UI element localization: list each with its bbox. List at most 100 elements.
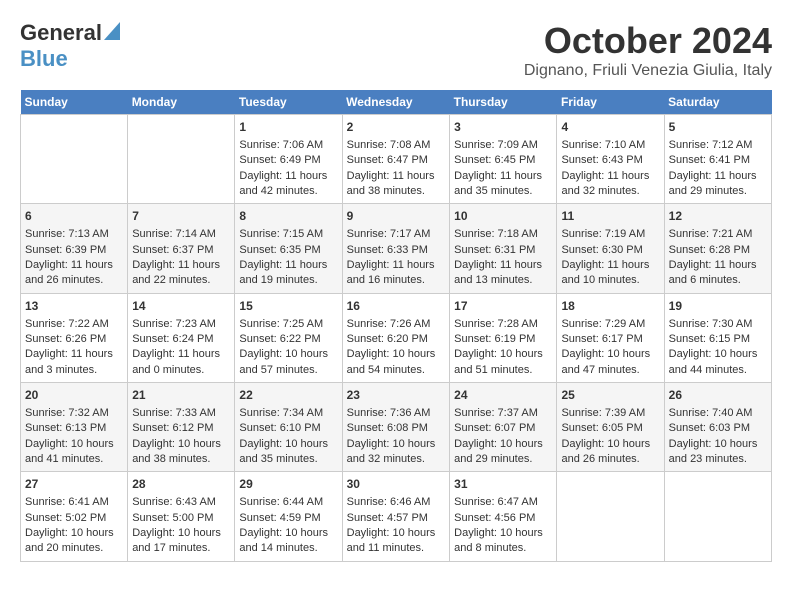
calendar-cell: 31 Sunrise: 6:47 AMSunset: 4:56 PMDayligh…: [450, 472, 557, 561]
calendar-cell: 23 Sunrise: 7:36 AMSunset: 6:08 PMDayligh…: [342, 383, 450, 472]
day-info: Sunset: 6:13 PM: [25, 421, 123, 436]
day-number: 23: [347, 387, 446, 404]
day-info: Sunset: 4:56 PM: [454, 511, 552, 526]
calendar-week-row: 13Sunrise: 7:22 AMSunset: 6:26 PMDayligh…: [21, 293, 772, 382]
day-info: Daylight: 11 hours and 13 minutes.: [454, 258, 552, 289]
day-number: 27: [25, 476, 123, 493]
day-info: Sunrise: 7:18 AM: [454, 227, 552, 242]
day-info: Sunrise: 6:43 AM: [132, 495, 230, 510]
day-number: 24: [454, 387, 552, 404]
day-number: 29: [239, 476, 337, 493]
day-info: Daylight: 10 hours and 41 minutes.: [25, 437, 123, 468]
day-number: 17: [454, 298, 552, 315]
day-info: Sunset: 6:47 PM: [347, 153, 446, 168]
calendar-cell: 8Sunrise: 7:15 AMSunset: 6:35 PMDaylight…: [235, 204, 342, 293]
day-number: 30: [347, 476, 446, 493]
day-info: Sunrise: 7:34 AM: [239, 406, 337, 421]
page-subtitle: Dignano, Friuli Venezia Giulia, Italy: [524, 62, 772, 80]
day-info: Sunset: 4:59 PM: [239, 511, 337, 526]
day-number: 31: [454, 476, 552, 493]
calendar-cell: 6Sunrise: 7:13 AMSunset: 6:39 PMDaylight…: [21, 204, 128, 293]
day-number: 28: [132, 476, 230, 493]
day-info: Sunrise: 7:40 AM: [669, 406, 767, 421]
day-info: Sunrise: 7:28 AM: [454, 317, 552, 332]
day-number: 8: [239, 208, 337, 225]
calendar-cell: 3Sunrise: 7:09 AMSunset: 6:45 PMDaylight…: [450, 115, 557, 204]
day-info: Daylight: 11 hours and 6 minutes.: [669, 258, 767, 289]
day-number: 5: [669, 119, 767, 136]
day-number: 4: [561, 119, 659, 136]
day-info: Sunset: 6:45 PM: [454, 153, 552, 168]
day-info: Sunset: 6:22 PM: [239, 332, 337, 347]
day-info: Sunset: 5:00 PM: [132, 511, 230, 526]
day-info: Daylight: 11 hours and 29 minutes.: [669, 169, 767, 200]
calendar-cell: [21, 115, 128, 204]
day-info: Sunset: 6:10 PM: [239, 421, 337, 436]
page-title: October 2024: [524, 20, 772, 62]
calendar-cell: 10Sunrise: 7:18 AMSunset: 6:31 PMDayligh…: [450, 204, 557, 293]
day-number: 10: [454, 208, 552, 225]
day-info: Sunrise: 7:29 AM: [561, 317, 659, 332]
logo-blue: Blue: [20, 46, 68, 71]
calendar-cell: 12Sunrise: 7:21 AMSunset: 6:28 PMDayligh…: [664, 204, 771, 293]
day-info: Daylight: 10 hours and 47 minutes.: [561, 347, 659, 378]
calendar-cell: 19Sunrise: 7:30 AMSunset: 6:15 PMDayligh…: [664, 293, 771, 382]
calendar-table: SundayMondayTuesdayWednesdayThursdayFrid…: [20, 90, 772, 562]
day-number: 22: [239, 387, 337, 404]
day-info: Sunrise: 6:47 AM: [454, 495, 552, 510]
calendar-cell: 20Sunrise: 7:32 AMSunset: 6:13 PMDayligh…: [21, 383, 128, 472]
day-info: Daylight: 11 hours and 0 minutes.: [132, 347, 230, 378]
calendar-cell: 22Sunrise: 7:34 AMSunset: 6:10 PMDayligh…: [235, 383, 342, 472]
page-header: General Blue October 2024 Dignano, Friul…: [20, 20, 772, 80]
calendar-cell: 17Sunrise: 7:28 AMSunset: 6:19 PMDayligh…: [450, 293, 557, 382]
day-number: 2: [347, 119, 446, 136]
calendar-cell: 5Sunrise: 7:12 AMSunset: 6:41 PMDaylight…: [664, 115, 771, 204]
calendar-cell: 15Sunrise: 7:25 AMSunset: 6:22 PMDayligh…: [235, 293, 342, 382]
day-info: Sunrise: 7:08 AM: [347, 138, 446, 153]
calendar-cell: 28 Sunrise: 6:43 AMSunset: 5:00 PMDayligh…: [128, 472, 235, 561]
day-info: Daylight: 11 hours and 26 minutes.: [25, 258, 123, 289]
day-info: Daylight: 10 hours and 26 minutes.: [561, 437, 659, 468]
day-info: Sunrise: 7:19 AM: [561, 227, 659, 242]
day-info: Daylight: 11 hours and 32 minutes.: [561, 169, 659, 200]
day-number: 21: [132, 387, 230, 404]
day-info: Sunrise: 7:13 AM: [25, 227, 123, 242]
day-info: Daylight: 10 hours and 17 minutes.: [132, 526, 230, 557]
day-info: Daylight: 10 hours and 14 minutes.: [239, 526, 337, 557]
day-info: Daylight: 10 hours and 51 minutes.: [454, 347, 552, 378]
day-info: Daylight: 10 hours and 32 minutes.: [347, 437, 446, 468]
calendar-cell: 13Sunrise: 7:22 AMSunset: 6:26 PMDayligh…: [21, 293, 128, 382]
day-info: Sunset: 6:37 PM: [132, 243, 230, 258]
day-info: Sunrise: 7:26 AM: [347, 317, 446, 332]
day-info: Sunset: 6:35 PM: [239, 243, 337, 258]
day-info: Sunrise: 7:17 AM: [347, 227, 446, 242]
calendar-day-header: Monday: [128, 90, 235, 115]
day-number: 13: [25, 298, 123, 315]
day-info: Sunrise: 7:23 AM: [132, 317, 230, 332]
day-number: 9: [347, 208, 446, 225]
day-info: Daylight: 10 hours and 57 minutes.: [239, 347, 337, 378]
day-info: Sunset: 6:30 PM: [561, 243, 659, 258]
day-info: Sunset: 6:39 PM: [25, 243, 123, 258]
day-info: Sunrise: 7:10 AM: [561, 138, 659, 153]
title-block: October 2024 Dignano, Friuli Venezia Giu…: [524, 20, 772, 80]
day-info: Daylight: 10 hours and 23 minutes.: [669, 437, 767, 468]
day-number: 15: [239, 298, 337, 315]
calendar-cell: 24Sunrise: 7:37 AMSunset: 6:07 PMDayligh…: [450, 383, 557, 472]
day-info: Daylight: 10 hours and 8 minutes.: [454, 526, 552, 557]
calendar-cell: 14Sunrise: 7:23 AMSunset: 6:24 PMDayligh…: [128, 293, 235, 382]
day-info: Sunrise: 7:36 AM: [347, 406, 446, 421]
day-info: Daylight: 10 hours and 54 minutes.: [347, 347, 446, 378]
day-info: Sunset: 6:08 PM: [347, 421, 446, 436]
day-info: Sunrise: 7:09 AM: [454, 138, 552, 153]
day-info: Sunrise: 7:12 AM: [669, 138, 767, 153]
day-info: Daylight: 10 hours and 44 minutes.: [669, 347, 767, 378]
day-info: Daylight: 11 hours and 22 minutes.: [132, 258, 230, 289]
calendar-cell: 18Sunrise: 7:29 AMSunset: 6:17 PMDayligh…: [557, 293, 664, 382]
day-info: Daylight: 11 hours and 10 minutes.: [561, 258, 659, 289]
day-info: Daylight: 11 hours and 16 minutes.: [347, 258, 446, 289]
calendar-day-header: Saturday: [664, 90, 771, 115]
day-info: Daylight: 11 hours and 35 minutes.: [454, 169, 552, 200]
day-info: Sunset: 6:28 PM: [669, 243, 767, 258]
day-info: Sunset: 6:20 PM: [347, 332, 446, 347]
